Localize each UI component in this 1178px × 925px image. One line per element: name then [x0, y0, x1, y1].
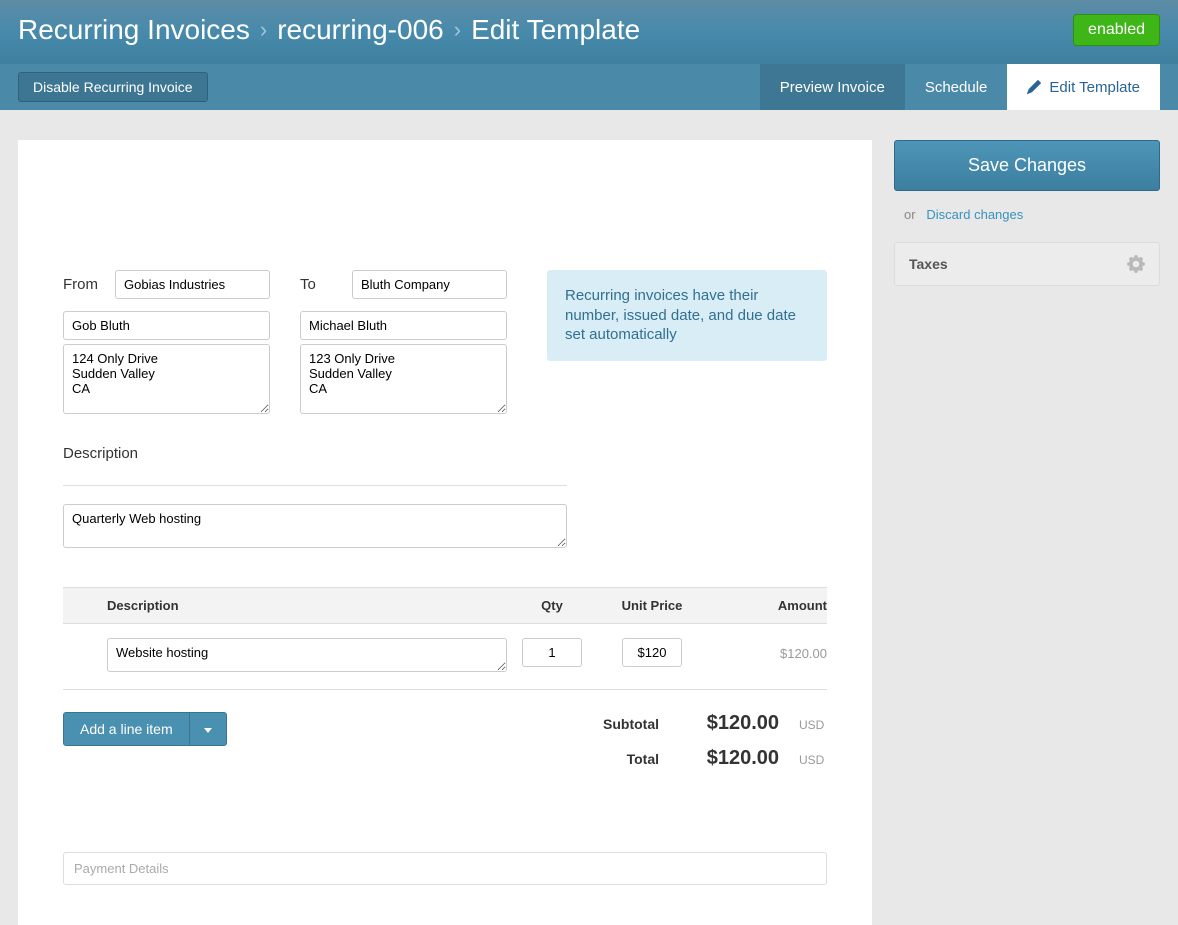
info-box: Recurring invoices have their number, is… [547, 270, 827, 361]
totals: Subtotal $120.00 USD Total $120.00 USD [569, 712, 827, 782]
subtotal-value: $120.00 [679, 712, 779, 735]
from-name-input[interactable] [63, 311, 270, 340]
subtotal-label: Subtotal [569, 716, 659, 732]
from-column: From 124 Only Drive Sudden Valley CA [63, 270, 270, 417]
add-line-item-button[interactable]: Add a line item [63, 712, 227, 746]
disable-recurring-button[interactable]: Disable Recurring Invoice [18, 72, 208, 102]
save-changes-button[interactable]: Save Changes [894, 140, 1160, 191]
subtotal-currency: USD [799, 718, 827, 732]
breadcrumb-current: Edit Template [471, 14, 640, 46]
line-description-input[interactable]: Website hosting [107, 638, 507, 672]
taxes-label: Taxes [909, 256, 948, 272]
from-label: From [63, 276, 103, 293]
toolbar: Disable Recurring Invoice Preview Invoic… [0, 64, 1178, 110]
to-company-input[interactable] [352, 270, 507, 299]
line-amount: $120.00 [707, 638, 827, 661]
breadcrumb-root[interactable]: Recurring Invoices [18, 14, 250, 46]
tab-schedule[interactable]: Schedule [905, 64, 1008, 110]
description-section: Description Quarterly Web hosting [63, 445, 827, 551]
col-header-qty: Qty [507, 598, 597, 613]
add-line-dropdown-toggle[interactable] [189, 713, 226, 745]
to-name-input[interactable] [300, 311, 507, 340]
status-badge: enabled [1073, 14, 1160, 46]
gear-icon[interactable] [1127, 255, 1145, 273]
side-panel: Save Changes or Discard changes Taxes [894, 140, 1160, 286]
total-label: Total [569, 751, 659, 767]
to-address-textarea[interactable]: 123 Only Drive Sudden Valley CA [300, 344, 507, 414]
line-price-input[interactable] [622, 638, 682, 667]
col-header-price: Unit Price [597, 598, 707, 613]
to-column: To 123 Only Drive Sudden Valley CA [300, 270, 507, 417]
tab-label: Edit Template [1049, 79, 1140, 96]
page-header: Recurring Invoices › recurring-006 › Edi… [0, 0, 1178, 64]
caret-down-icon [204, 728, 212, 733]
payment-details-input[interactable]: Payment Details [63, 852, 827, 885]
or-text: or [904, 207, 916, 222]
total-value: $120.00 [679, 747, 779, 770]
tabs: Preview Invoice Schedule Edit Template [760, 64, 1160, 110]
total-currency: USD [799, 753, 827, 767]
chevron-right-icon: › [454, 17, 461, 43]
col-header-description: Description [107, 598, 507, 613]
from-address-textarea[interactable]: 124 Only Drive Sudden Valley CA [63, 344, 270, 414]
breadcrumb-item[interactable]: recurring-006 [277, 14, 444, 46]
divider [63, 485, 567, 486]
to-label: To [300, 276, 340, 293]
tab-edit-template[interactable]: Edit Template [1007, 64, 1160, 110]
table-row: Website hosting $120.00 [63, 624, 827, 690]
add-line-label: Add a line item [64, 713, 189, 745]
pencil-icon [1027, 80, 1041, 94]
content-area: From 124 Only Drive Sudden Valley CA To … [0, 110, 1178, 925]
line-qty-input[interactable] [522, 638, 582, 667]
breadcrumb: Recurring Invoices › recurring-006 › Edi… [18, 14, 640, 46]
table-header: Description Qty Unit Price Amount [63, 587, 827, 624]
discard-row: or Discard changes [894, 191, 1160, 238]
chevron-right-icon: › [260, 17, 267, 43]
discard-changes-link[interactable]: Discard changes [926, 207, 1023, 222]
col-header-amount: Amount [707, 598, 827, 613]
invoice-editor: From 124 Only Drive Sudden Valley CA To … [18, 140, 872, 925]
line-items-table: Description Qty Unit Price Amount Websit… [63, 587, 827, 690]
description-textarea[interactable]: Quarterly Web hosting [63, 504, 567, 548]
description-heading: Description [63, 445, 827, 467]
taxes-panel[interactable]: Taxes [894, 242, 1160, 286]
from-company-input[interactable] [115, 270, 270, 299]
tab-preview-invoice[interactable]: Preview Invoice [760, 64, 905, 110]
